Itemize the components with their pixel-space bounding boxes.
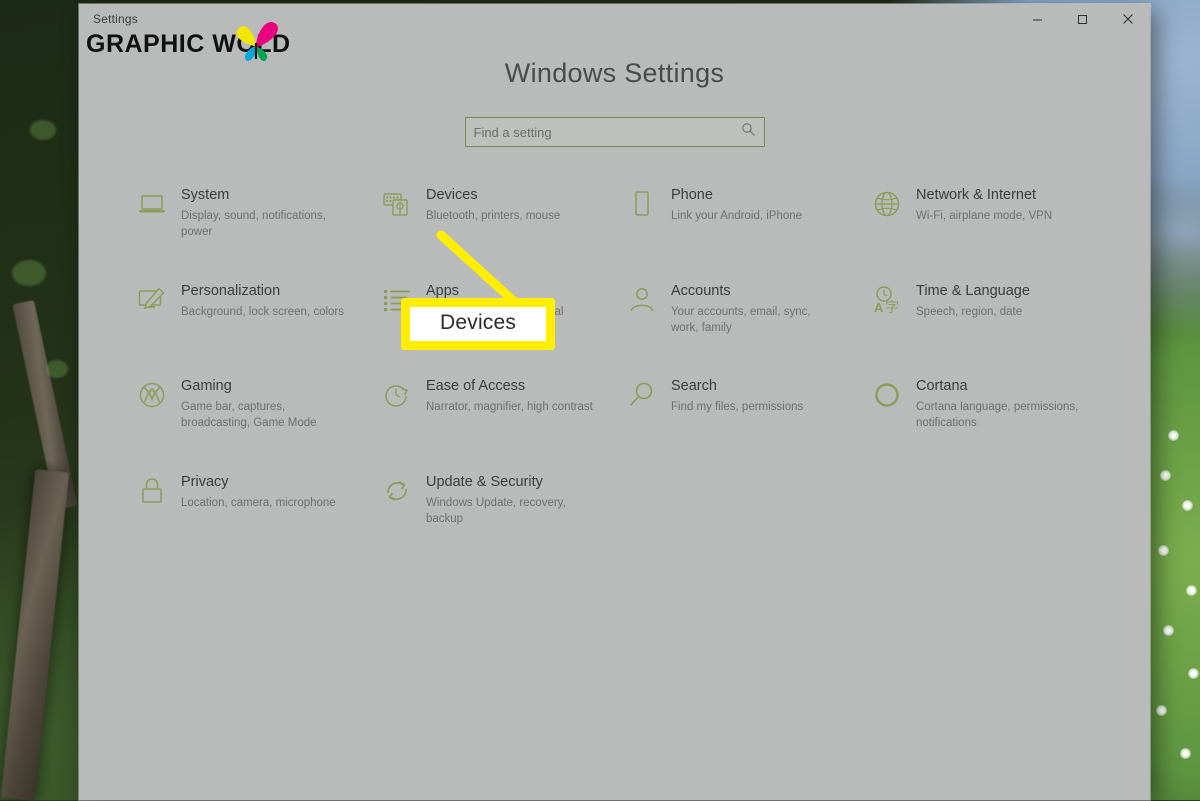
clock-arrow-icon xyxy=(382,380,412,410)
tile-gaming[interactable]: Gaming Game bar, captures, broadcasting,… xyxy=(137,378,382,432)
dandelion xyxy=(1186,585,1197,596)
phone-icon xyxy=(627,189,657,219)
tile-label: Ease of Access xyxy=(426,379,593,395)
search-icon[interactable] xyxy=(741,122,756,142)
foliage-speck xyxy=(46,360,68,378)
tile-description: Speech, region, date xyxy=(916,304,1030,320)
tile-description: Your accounts, email, sync, work, family xyxy=(671,304,839,337)
person-icon xyxy=(627,285,657,315)
tile-label: Gaming xyxy=(181,379,349,395)
dandelion xyxy=(1188,668,1199,679)
tile-accounts[interactable]: Accounts Your accounts, email, sync, wor… xyxy=(627,283,872,337)
graphic-world-watermark: GRAPHIC WO LD xyxy=(86,30,291,59)
tile-personalization[interactable]: Personalization Background, lock screen,… xyxy=(137,283,382,337)
tile-description: Wi-Fi, airplane mode, VPN xyxy=(916,208,1052,224)
tile-label: Update & Security xyxy=(426,475,594,491)
fence-post xyxy=(1,469,69,801)
globe-icon xyxy=(872,189,902,219)
callout-label: Devices xyxy=(440,311,516,335)
dandelion xyxy=(1163,625,1174,636)
tile-label: Personalization xyxy=(181,284,344,300)
dandelion xyxy=(1182,500,1193,511)
svg-text:A: A xyxy=(874,300,884,315)
dandelion xyxy=(1180,748,1191,759)
tile-description: Cortana language, permissions, notificat… xyxy=(916,399,1084,432)
clock-language-icon: A 字 xyxy=(872,285,902,315)
tile-label: Search xyxy=(671,379,803,395)
window-title: Settings xyxy=(93,12,138,26)
tile-description: Narrator, magnifier, high contrast xyxy=(426,399,593,415)
tile-label: Network & Internet xyxy=(916,188,1052,204)
dandelion xyxy=(1168,430,1179,441)
svg-text:字: 字 xyxy=(885,300,899,315)
laptop-icon xyxy=(137,189,167,219)
dandelion xyxy=(1158,545,1169,556)
tile-description: Windows Update, recovery, backup xyxy=(426,495,594,528)
tile-cortana[interactable]: Cortana Cortana language, permissions, n… xyxy=(872,378,1117,432)
lock-icon xyxy=(137,476,167,506)
tile-description: Bluetooth, printers, mouse xyxy=(426,208,560,224)
dandelion xyxy=(1160,470,1171,481)
search-container xyxy=(79,117,1150,147)
xbox-icon xyxy=(137,380,167,410)
tile-description: Find my files, permissions xyxy=(671,399,803,415)
tile-label: Devices xyxy=(426,188,560,204)
tile-ease-of-access[interactable]: Ease of Access Narrator, magnifier, high… xyxy=(382,378,627,432)
tile-search[interactable]: Search Find my files, permissions xyxy=(627,378,872,432)
tile-label: Cortana xyxy=(916,379,1084,395)
tile-label: Privacy xyxy=(181,475,336,491)
foliage-speck xyxy=(30,120,56,140)
foliage-speck xyxy=(12,260,46,286)
close-button[interactable] xyxy=(1105,4,1150,34)
tile-update-security[interactable]: Update & Security Windows Update, recove… xyxy=(382,474,627,528)
magnifier-icon xyxy=(627,380,657,410)
tile-description: Game bar, captures, broadcasting, Game M… xyxy=(181,399,349,432)
tile-devices[interactable]: Devices Bluetooth, printers, mouse xyxy=(382,187,627,241)
callout-inner: Devices xyxy=(410,307,546,341)
tile-label: Accounts xyxy=(671,284,839,300)
dandelion xyxy=(1156,705,1167,716)
search-input[interactable] xyxy=(474,125,741,140)
search-box[interactable] xyxy=(465,117,765,147)
settings-window: Settings GRAPHIC WO LD Wi xyxy=(79,4,1150,800)
refresh-icon xyxy=(382,476,412,506)
maximize-button[interactable] xyxy=(1060,4,1105,34)
paintbrush-monitor-icon xyxy=(137,285,167,315)
tile-privacy[interactable]: Privacy Location, camera, microphone xyxy=(137,474,382,528)
tile-description: Location, camera, microphone xyxy=(181,495,336,511)
tile-time-language[interactable]: A 字 Time & Language Speech, region, date xyxy=(872,283,1117,337)
tile-description: Display, sound, notifications, power xyxy=(181,208,349,241)
tile-label: Time & Language xyxy=(916,284,1030,300)
cortana-ring-icon xyxy=(872,380,902,410)
keyboard-mouse-icon xyxy=(382,189,412,219)
settings-tile-grid: System Display, sound, notifications, po… xyxy=(137,187,1137,527)
tile-label: Phone xyxy=(671,188,802,204)
callout-devices-annotation: Devices xyxy=(401,298,555,350)
window-controls xyxy=(1015,4,1150,34)
tile-description: Link your Android, iPhone xyxy=(671,208,802,224)
tile-label: System xyxy=(181,188,349,204)
tile-phone[interactable]: Phone Link your Android, iPhone xyxy=(627,187,872,241)
tile-network-internet[interactable]: Network & Internet Wi-Fi, airplane mode,… xyxy=(872,187,1117,241)
minimize-button[interactable] xyxy=(1015,4,1060,34)
tile-system[interactable]: System Display, sound, notifications, po… xyxy=(137,187,382,241)
tile-description: Background, lock screen, colors xyxy=(181,304,344,320)
